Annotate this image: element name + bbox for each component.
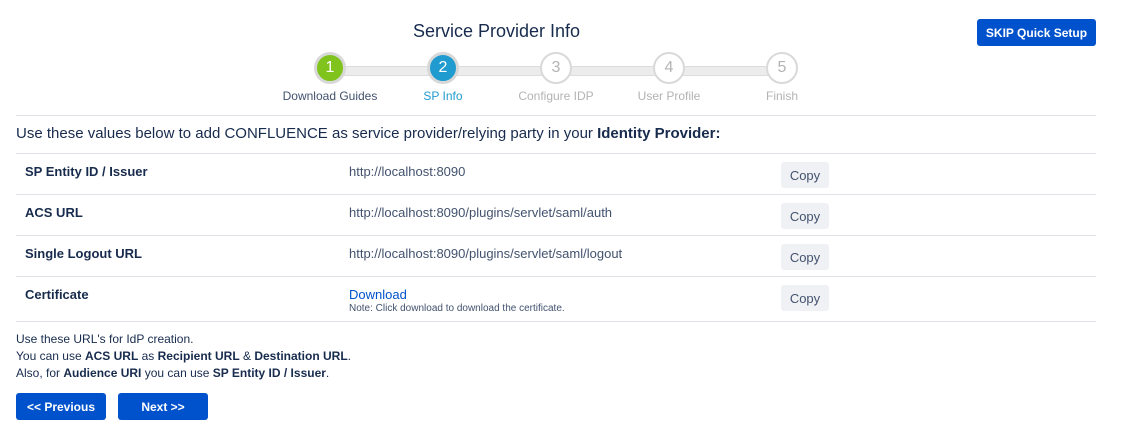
step-user-profile[interactable]: 4 User Profile (609, 52, 729, 103)
copy-single-logout-url-button[interactable]: Copy (781, 244, 829, 270)
download-certificate-link[interactable]: Download (349, 287, 407, 302)
table-row-single-logout-url: Single Logout URL http://localhost:8090/… (16, 235, 1096, 276)
table-row-sp-entity-id: SP Entity ID / Issuer http://localhost:8… (16, 153, 1096, 194)
note-text: You can use (16, 349, 85, 363)
step-circle: 4 (653, 52, 685, 84)
step-circle: 5 (766, 52, 798, 84)
row-label: SP Entity ID / Issuer (25, 164, 148, 179)
note-text: Also, for (16, 366, 64, 380)
note-text: & (239, 349, 255, 363)
note-text: as (138, 349, 158, 363)
next-button[interactable]: Next >> (118, 393, 208, 420)
step-download-guides[interactable]: 1 Download Guides (270, 52, 390, 103)
step-circle: 2 (427, 52, 459, 84)
row-label: ACS URL (25, 205, 83, 220)
sp-info-table: SP Entity ID / Issuer http://localhost:8… (16, 153, 1096, 322)
step-label: SP Info (423, 89, 463, 103)
note-bold: Recipient URL (157, 349, 240, 363)
row-value: http://localhost:8090/plugins/servlet/sa… (349, 246, 623, 261)
intro-text-main: Use these values below to add CONFLUENCE… (16, 125, 598, 142)
step-label: Finish (765, 89, 798, 103)
intro-text-bold: Identity Provider: (597, 125, 721, 142)
note-line-2: You can use ACS URL as Recipient URL & D… (16, 348, 351, 365)
row-value: Download Note: Click download to downloa… (349, 287, 565, 314)
note-line-3: Also, for Audience URI you can use SP En… (16, 365, 351, 382)
note-text: . (325, 366, 330, 380)
note-bold: SP Entity ID / Issuer (212, 366, 326, 380)
step-label: Download Guides (282, 89, 378, 103)
row-label: Certificate (25, 287, 89, 302)
step-label: Configure IDP (518, 89, 594, 103)
step-sp-info[interactable]: 2 SP Info (383, 52, 503, 103)
table-row-certificate: Certificate Download Note: Click downloa… (16, 276, 1096, 322)
row-value: http://localhost:8090/plugins/servlet/sa… (349, 205, 613, 220)
previous-button[interactable]: << Previous (16, 393, 106, 420)
setup-stepper: 1 Download Guides 2 SP Info 3 Configure … (270, 52, 840, 108)
page-title: Service Provider Info (412, 21, 581, 41)
note-text: . (347, 349, 352, 363)
row-label: Single Logout URL (25, 246, 142, 261)
skip-quick-setup-button[interactable]: SKIP Quick Setup (977, 19, 1096, 46)
note-bold: Audience URI (63, 366, 142, 380)
certificate-note: Note: Click download to download the cer… (349, 303, 565, 314)
copy-sp-entity-id-button[interactable]: Copy (781, 162, 829, 188)
copy-acs-url-button[interactable]: Copy (781, 203, 829, 229)
note-line-1: Use these URL's for IdP creation. (16, 332, 194, 346)
step-finish[interactable]: 5 Finish (722, 52, 842, 103)
header-divider (16, 115, 1096, 116)
note-bold: ACS URL (84, 349, 139, 363)
step-configure-idp[interactable]: 3 Configure IDP (496, 52, 616, 103)
note-bold: Destination URL (254, 349, 348, 363)
table-row-acs-url: ACS URL http://localhost:8090/plugins/se… (16, 194, 1096, 235)
row-value: http://localhost:8090 (349, 164, 466, 179)
copy-certificate-button[interactable]: Copy (781, 285, 829, 311)
idp-creation-notes: Use these URL's for IdP creation. You ca… (16, 331, 351, 382)
step-circle: 3 (540, 52, 572, 84)
intro-text: Use these values below to add CONFLUENCE… (16, 125, 720, 142)
step-circle: 1 (314, 52, 346, 84)
quick-setup-page: Service Provider Info SKIP Quick Setup 1… (0, 0, 1143, 427)
note-text: you can use (141, 366, 213, 380)
step-label: User Profile (637, 89, 701, 103)
